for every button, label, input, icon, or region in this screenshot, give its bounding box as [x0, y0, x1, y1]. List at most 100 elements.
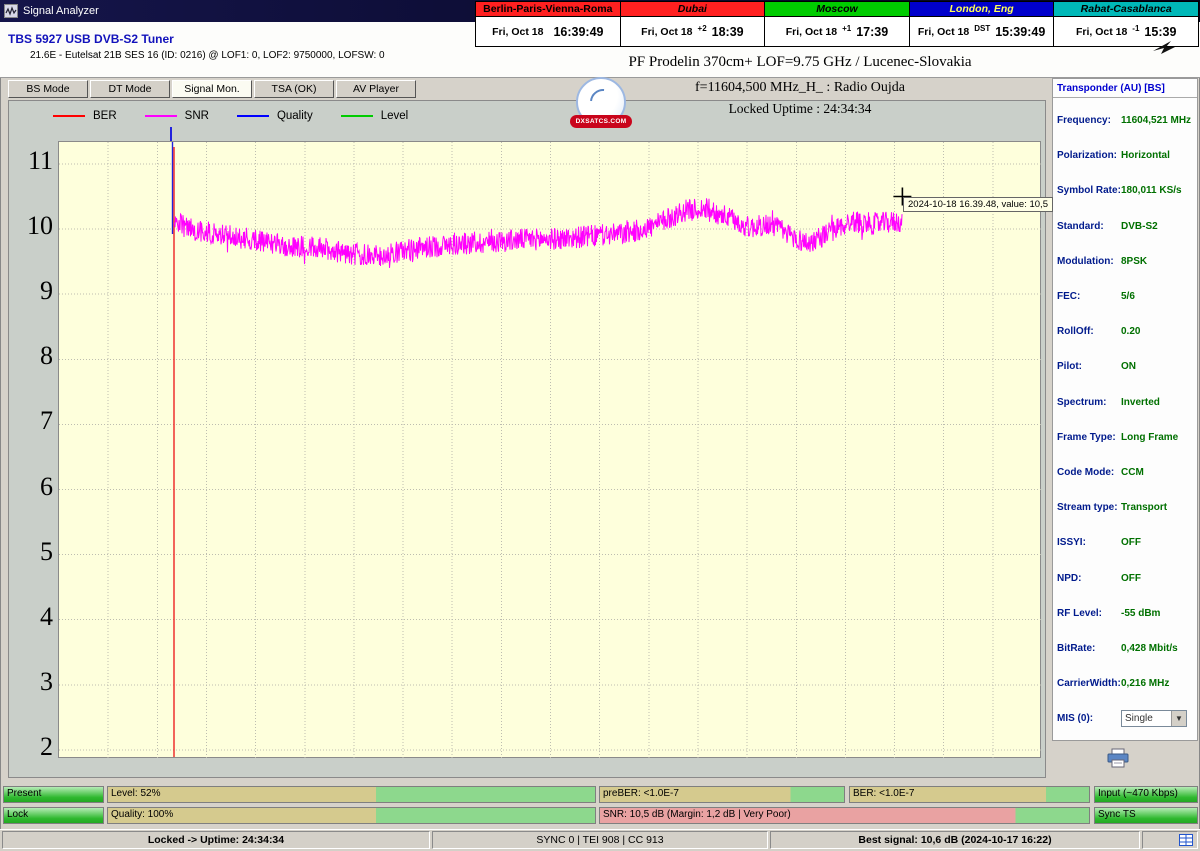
- y-tick: 7: [40, 406, 53, 436]
- transponder-row: RF Level: -55 dBm: [1053, 596, 1197, 631]
- transponder-rows: Frequency: 11604,521 MHz Polarization: Hori…: [1053, 103, 1197, 701]
- param-label: Standard:: [1057, 220, 1104, 232]
- legend-label: SNR: [184, 110, 209, 122]
- tab-dt-mode[interactable]: DT Mode: [90, 80, 170, 98]
- mis-selected-value: Single: [1125, 713, 1153, 725]
- y-tick: 5: [40, 536, 53, 566]
- legend-label: Quality: [276, 110, 313, 122]
- param-value: OFF: [1121, 537, 1141, 549]
- present-indicator: Present: [3, 786, 104, 803]
- tab-tsa-ok-[interactable]: TSA (OK): [254, 80, 334, 98]
- transponder-row: BitRate: 0,428 Mbit/s: [1053, 631, 1197, 666]
- signal-chart: BER SNR Quality Level 11 10 9 8 7 6 5 4 3 2: [8, 100, 1046, 778]
- param-value: CCM: [1121, 466, 1144, 478]
- y-tick: 4: [40, 601, 53, 631]
- param-label: CarrierWidth:: [1057, 678, 1121, 690]
- y-tick: 11: [27, 146, 53, 175]
- param-label: RF Level:: [1057, 607, 1103, 619]
- input-indicator: Input (~470 Kbps): [1094, 786, 1198, 803]
- clock-city-label: Dubai: [620, 2, 765, 17]
- clock-city-label: Berlin-Paris-Vienna-Roma: [476, 2, 620, 17]
- param-value: 0.20: [1121, 326, 1141, 338]
- param-label: MIS (0):: [1057, 713, 1094, 725]
- bar-label: preBER: <1.0E-7: [603, 788, 679, 799]
- plot-area[interactable]: [58, 141, 1042, 759]
- bar-label: BER: <1.0E-7: [853, 788, 915, 799]
- param-value: DVB-S2: [1121, 220, 1158, 232]
- transponder-row: NPD: OFF: [1053, 560, 1197, 595]
- param-label: Code Mode:: [1057, 466, 1115, 478]
- param-value: 5/6: [1121, 291, 1135, 303]
- param-value: 8PSK: [1121, 255, 1148, 267]
- clock-moscow: Moscow Fri, Oct 18 +1 17:39: [764, 2, 909, 46]
- logo-banner: DXSATCS.COM: [570, 115, 632, 128]
- bar-label: Level: 52%: [111, 788, 161, 799]
- param-label: Polarization:: [1057, 150, 1118, 162]
- param-value: ON: [1121, 361, 1136, 373]
- param-value: 0,428 Mbit/s: [1121, 642, 1178, 654]
- transponder-row: CarrierWidth: 0,216 MHz: [1053, 666, 1197, 701]
- legend-ber: BER: [53, 110, 117, 122]
- bar-label: Sync TS: [1098, 809, 1136, 820]
- status-bar: Locked -> Uptime: 24:34:34 SYNC 0 | TEI …: [0, 829, 1200, 851]
- clock-datetime: Fri, Oct 18 16:39:49: [476, 17, 620, 46]
- mis-row: MIS (0): Single ▼: [1053, 701, 1197, 736]
- bar-label: SNR: 10,5 dB (Margin: 1,2 dB | Very Poor…: [603, 809, 791, 820]
- bar-label: Quality: 100%: [111, 809, 174, 820]
- clock-datetime: Fri, Oct 18 DST 15:39:49: [909, 17, 1054, 46]
- param-value: OFF: [1121, 572, 1141, 584]
- tab-av-player[interactable]: AV Player: [336, 80, 416, 98]
- param-label: NPD:: [1057, 572, 1082, 584]
- status-best-signal: Best signal: 10,6 dB (2024-10-17 16:22): [770, 831, 1140, 849]
- clock-city-label: Rabat-Casablanca: [1054, 2, 1198, 17]
- tab-bs-mode[interactable]: BS Mode: [8, 80, 88, 98]
- y-tick: 10: [27, 211, 53, 241]
- lock-indicator: Lock: [3, 807, 104, 824]
- transponder-row: Pilot: ON: [1053, 349, 1197, 384]
- clock-dubai: Dubai Fri, Oct 18 +2 18:39: [619, 2, 765, 46]
- y-tick: 8: [40, 341, 53, 371]
- transponder-row: Modulation: 8PSK: [1053, 244, 1197, 279]
- legend-label: BER: [93, 110, 117, 122]
- param-label: Symbol Rate:: [1057, 185, 1121, 197]
- transponder-row: Spectrum: Inverted: [1053, 385, 1197, 420]
- y-tick: 2: [40, 731, 53, 761]
- preber-bar: preBER: <1.0E-7: [599, 786, 845, 803]
- clock-london-eng: London, Eng Fri, Oct 18 DST 15:39:49: [908, 2, 1054, 46]
- tuner-name: TBS 5927 USB DVB-S2 Tuner: [8, 32, 174, 46]
- transponder-row: Standard: DVB-S2: [1053, 209, 1197, 244]
- transponder-row: Symbol Rate: 180,011 KS/s: [1053, 173, 1197, 208]
- clock-berlin-paris-vienna-roma: Berlin-Paris-Vienna-Roma Fri, Oct 18 16:39…: [476, 2, 620, 46]
- transponder-row: RollOff: 0.20: [1053, 314, 1197, 349]
- world-clocks: Berlin-Paris-Vienna-Roma Fri, Oct 18 16:39…: [475, 1, 1199, 47]
- param-label: Modulation:: [1057, 255, 1114, 267]
- param-label: BitRate:: [1057, 642, 1096, 654]
- param-label: FEC:: [1057, 291, 1081, 303]
- transponder-panel: Transponder (AU) [BS] Frequency: 11604,52…: [1052, 78, 1198, 741]
- snr-bar: SNR: 10,5 dB (Margin: 1,2 dB | Very Poor…: [599, 807, 1090, 824]
- param-label: Frame Type:: [1057, 431, 1116, 443]
- cursor-tooltip: 2024-10-18 16.39.48, value: 10,5: [903, 197, 1053, 212]
- legend-level: Level: [340, 110, 409, 122]
- transponder-title: Transponder (AU) [BS]: [1053, 79, 1197, 98]
- tab-signal-mon-[interactable]: Signal Mon.: [172, 80, 252, 98]
- bar-label: Input (~470 Kbps): [1098, 788, 1178, 799]
- tuner-details: 21.6E - Eutelsat 21B SES 16 (ID: 0216) @…: [30, 50, 385, 61]
- ber-bar: BER: <1.0E-7: [849, 786, 1090, 803]
- param-value: 180,011 KS/s: [1121, 185, 1182, 197]
- clock-city-label: Moscow: [765, 2, 909, 17]
- status-sync-counters: SYNC 0 | TEI 908 | CC 913: [432, 831, 768, 849]
- clock-datetime: Fri, Oct 18 +2 18:39: [620, 17, 765, 46]
- transponder-row: FEC: 5/6: [1053, 279, 1197, 314]
- param-label: Stream type:: [1057, 502, 1118, 514]
- legend-quality: Quality: [236, 110, 313, 122]
- legend-label: Level: [380, 110, 409, 122]
- legend-line: [53, 115, 85, 117]
- status-grid-icon: [1142, 831, 1198, 849]
- mis-select[interactable]: Single ▼: [1121, 710, 1187, 728]
- param-label: Pilot:: [1057, 361, 1082, 373]
- uptime-info: Locked Uptime : 24:34:34: [728, 101, 872, 116]
- clock-city-label: London, Eng: [909, 2, 1054, 17]
- print-icon[interactable]: [1106, 748, 1130, 773]
- param-label: RollOff:: [1057, 326, 1094, 338]
